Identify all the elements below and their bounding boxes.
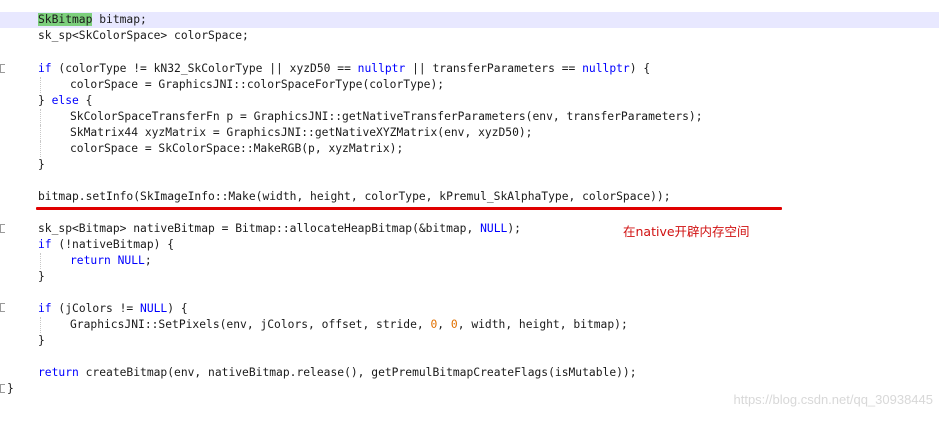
code-line: } <box>0 157 939 173</box>
code-line: return NULL; <box>0 253 939 269</box>
code-text: || transferParameters == <box>405 62 583 75</box>
code-text: ); <box>507 222 521 235</box>
code-text: } <box>38 270 45 283</box>
number-literal: 0 <box>450 318 458 331</box>
code-text: colorSpace = GraphicsJNI::colorSpaceForT… <box>70 78 445 91</box>
code-text: { <box>78 94 93 107</box>
code-text: bitmap; <box>92 13 147 26</box>
keyword: else <box>51 94 79 107</box>
keyword: return <box>70 254 111 267</box>
indent-guide <box>40 253 41 269</box>
code-line: SkMatrix44 xyzMatrix = GraphicsJNI::getN… <box>0 125 939 141</box>
keyword: NULL <box>117 254 145 267</box>
code-text: , <box>437 318 451 331</box>
code-text: ) { <box>629 62 651 75</box>
red-underline <box>36 207 782 210</box>
code-text: createBitmap(env, nativeBitmap.release()… <box>78 366 637 379</box>
keyword: NULL <box>480 222 508 235</box>
code-line: } <box>0 269 939 285</box>
code-line: SkColorSpaceTransferFn p = GraphicsJNI::… <box>0 109 939 125</box>
keyword: nullptr <box>357 62 406 75</box>
code-text: , width, height, bitmap); <box>457 318 628 331</box>
code-editor[interactable]: SkBitmap bitmap; sk_sp<SkColorSpace> col… <box>0 0 939 413</box>
code-text: (colorType != kN32_SkColorType || xyzD50… <box>51 62 358 75</box>
code-line: GraphicsJNI::SetPixels(env, jColors, off… <box>0 317 939 333</box>
indent-guide <box>40 109 41 125</box>
code-text: } <box>38 158 45 171</box>
code-line: SkBitmap bitmap; <box>0 12 939 28</box>
code-line: return createBitmap(env, nativeBitmap.re… <box>0 365 939 381</box>
code-text: SkMatrix44 xyzMatrix = GraphicsJNI::getN… <box>70 126 533 139</box>
code-text: } <box>38 94 52 107</box>
code-line: if (jColors != NULL) { <box>0 301 939 317</box>
code-text: } <box>7 382 14 395</box>
code-text: colorSpace = SkColorSpace::MakeRGB(p, xy… <box>70 142 404 155</box>
indent-guide <box>40 317 41 333</box>
indent-guide <box>40 77 41 93</box>
code-line: } else { <box>0 93 939 109</box>
highlighted-symbol: SkBitmap <box>38 13 93 26</box>
code-line: bitmap.setInfo(SkImageInfo::Make(width, … <box>0 189 939 205</box>
code-text: sk_sp<SkColorSpace> colorSpace; <box>38 29 249 42</box>
code-text: ; <box>144 254 152 267</box>
keyword: if <box>38 302 52 315</box>
code-line: colorSpace = SkColorSpace::MakeRGB(p, xy… <box>0 141 939 157</box>
keyword: return <box>38 366 79 379</box>
code-line: if (colorType != kN32_SkColorType || xyz… <box>0 61 939 77</box>
indent-guide <box>40 141 41 157</box>
keyword: if <box>38 238 52 251</box>
code-text: GraphicsJNI::SetPixels(env, jColors, off… <box>70 318 431 331</box>
keyword: NULL <box>140 302 168 315</box>
code-text: (jColors != <box>51 302 141 315</box>
code-line: colorSpace = GraphicsJNI::colorSpaceForT… <box>0 77 939 93</box>
indent-guide <box>40 125 41 141</box>
code-text: bitmap.setInfo(SkImageInfo::Make(width, … <box>38 190 671 203</box>
code-text: sk_sp<Bitmap> nativeBitmap = Bitmap::all… <box>38 222 481 235</box>
code-text: SkColorSpaceTransferFn p = GraphicsJNI::… <box>70 110 703 123</box>
code-line: if (!nativeBitmap) { <box>0 237 939 253</box>
keyword: nullptr <box>582 62 630 75</box>
code-text: } <box>38 334 45 347</box>
code-line: sk_sp<Bitmap> nativeBitmap = Bitmap::all… <box>0 221 939 237</box>
code-line: sk_sp<SkColorSpace> colorSpace; <box>0 28 939 44</box>
code-line: } <box>0 333 939 349</box>
code-text: (!nativeBitmap) { <box>51 238 175 251</box>
keyword: if <box>38 62 52 75</box>
code-text: ) { <box>167 302 188 315</box>
watermark: https://blog.csdn.net/qq_30938445 <box>733 392 934 407</box>
